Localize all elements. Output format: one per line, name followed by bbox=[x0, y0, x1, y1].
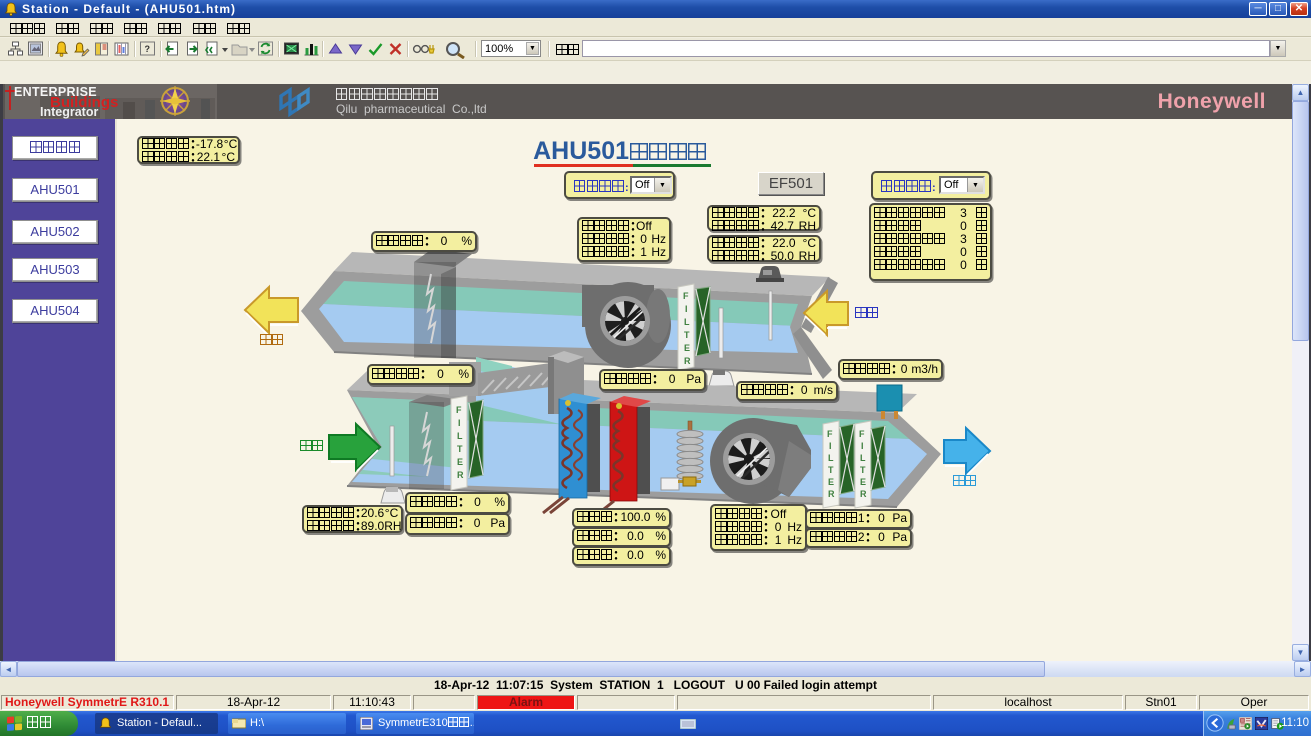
svg-text:F: F bbox=[827, 429, 833, 439]
svg-text:T: T bbox=[860, 465, 866, 475]
svg-text:E: E bbox=[828, 477, 834, 487]
svg-text:I: I bbox=[829, 441, 832, 451]
svg-text:F: F bbox=[456, 405, 462, 415]
svg-text:T: T bbox=[828, 465, 834, 475]
svg-text:E: E bbox=[684, 343, 690, 353]
svg-text:I: I bbox=[861, 441, 864, 451]
svg-text:I: I bbox=[458, 418, 461, 428]
svg-text:E: E bbox=[457, 457, 463, 467]
svg-text:R: R bbox=[828, 489, 835, 499]
svg-text:R: R bbox=[457, 470, 464, 480]
svg-text:T: T bbox=[457, 444, 463, 454]
svg-text:F: F bbox=[859, 429, 865, 439]
svg-text:L: L bbox=[828, 453, 834, 463]
svg-text:E: E bbox=[860, 477, 866, 487]
svg-text:L: L bbox=[860, 453, 866, 463]
svg-text:F: F bbox=[683, 291, 689, 301]
svg-text:R: R bbox=[684, 356, 691, 366]
svg-text:L: L bbox=[684, 317, 690, 327]
svg-text:T: T bbox=[684, 330, 690, 340]
svg-text:I: I bbox=[685, 304, 688, 314]
svg-text:R: R bbox=[860, 489, 867, 499]
svg-text:L: L bbox=[457, 431, 463, 441]
